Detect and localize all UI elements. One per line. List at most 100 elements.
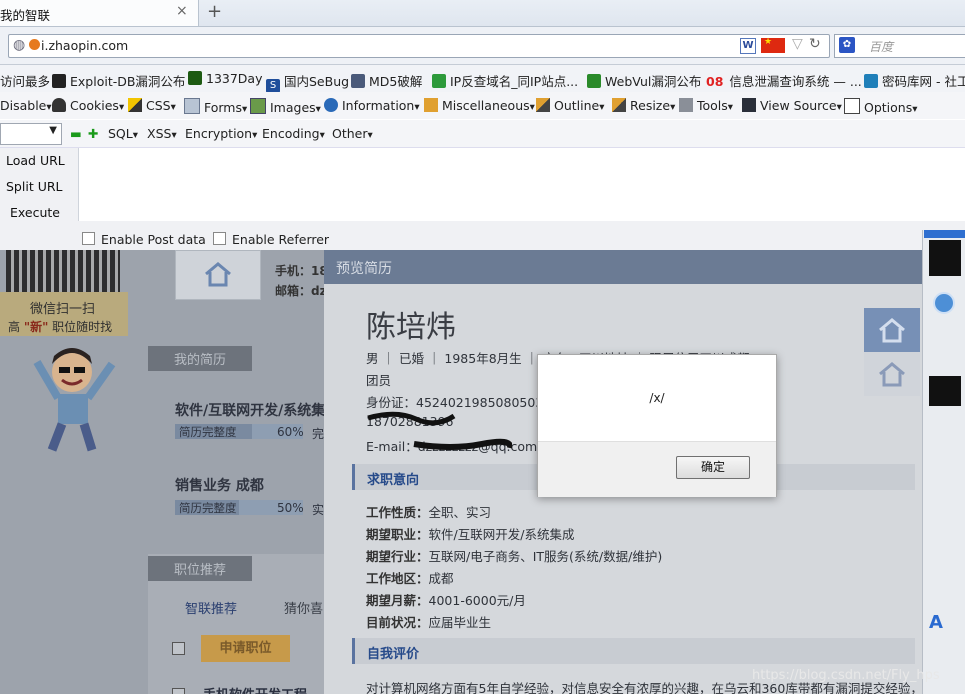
side-widget: A [922, 230, 965, 694]
qr-scan-text: 微信扫一扫 [30, 302, 96, 317]
hackbar-url-textarea[interactable] [78, 148, 965, 221]
job-select-checkbox[interactable] [172, 688, 185, 694]
increase-icon[interactable]: ✚ [88, 126, 98, 141]
menu-encryption[interactable]: Encryption▾ [185, 126, 257, 141]
job-recommend-tab[interactable]: 职位推荐 [148, 556, 253, 581]
menu-images[interactable]: Images▾ [250, 98, 321, 115]
bookmark-icon [864, 74, 878, 88]
decrease-icon[interactable]: ▬ [70, 126, 82, 141]
bookmark-icon [587, 74, 601, 88]
search-box[interactable]: ✿ 百度 [834, 34, 965, 58]
tab-zhilian-recommend[interactable]: 智联推荐 [185, 598, 237, 617]
resume-title[interactable]: 销售业务 成都 [175, 475, 264, 495]
enable-post-data-checkbox[interactable]: Enable Post data [82, 232, 206, 247]
menu-information[interactable]: Information▾ [324, 98, 420, 113]
bookmark-star-icon[interactable]: ▽ [792, 36, 803, 52]
preview-title: 预览简历 [336, 261, 392, 277]
menu-cookies[interactable]: Cookies▾ [52, 98, 124, 113]
page-content: 微信扫一扫 高 "新" 职位随时找 手机：18 邮箱：dz 我的简历 软件/互联… [0, 250, 965, 694]
bookmark-item[interactable]: 08 信息泄漏查询系统 — ... [706, 71, 862, 90]
qr-sub-text: 高 "新" 职位随时找 [8, 320, 113, 334]
bookmark-item[interactable]: 1337Day [188, 71, 263, 86]
reload-icon[interactable]: ↻ [809, 36, 821, 52]
menu-tools[interactable]: Tools▾ [679, 98, 733, 113]
menu-resize[interactable]: Resize▾ [612, 98, 675, 113]
tab-guess-you-like[interactable]: 猜你喜 [284, 598, 323, 617]
my-resume-tab[interactable]: 我的简历 [148, 346, 253, 371]
word-icon[interactable]: W [740, 38, 756, 54]
self-evaluation-section: 自我评价 [352, 638, 915, 664]
hackbar-select[interactable]: ▼ [0, 123, 62, 145]
menu-css[interactable]: CSS▾ [128, 98, 176, 113]
menu-miscellaneous[interactable]: Miscellaneous▾ [424, 98, 535, 113]
resume-percent: 50% [277, 501, 304, 515]
china-flag-icon: ★ [761, 37, 785, 53]
menu-encoding[interactable]: Encoding▾ [262, 126, 325, 141]
menu-other[interactable]: Other▾ [332, 126, 373, 141]
mascot-illustration [33, 348, 116, 452]
resume-suffix: 实 [312, 503, 325, 517]
info-icon [324, 98, 338, 112]
new-tab-button[interactable]: + [207, 1, 222, 22]
web-developer-toolbar: Disable▾ Cookies▾ CSS▾ Forms▾ Images▾ In… [0, 92, 965, 119]
enable-referrer-checkbox[interactable]: Enable Referrer [213, 232, 329, 247]
widget-thumbnail[interactable] [929, 376, 961, 406]
job-select-checkbox[interactable] [172, 642, 185, 655]
baidu-paw-icon[interactable]: ✿ [839, 37, 855, 53]
redaction-scribble [367, 411, 456, 426]
bookmark-item[interactable]: MD5破解 [351, 71, 422, 90]
menu-view-source[interactable]: View Source▾ [742, 98, 842, 113]
bookmark-item[interactable]: WebVul漏洞公布 [587, 71, 701, 90]
bookmark-item[interactable]: S 国内SeBug [266, 71, 349, 93]
preview-side-button[interactable] [864, 308, 920, 352]
apply-job-button[interactable]: 申请职位 [201, 635, 290, 662]
url-text[interactable]: i.zhaopin.com [41, 38, 128, 53]
alert-message: /x/ [649, 391, 665, 405]
badge-08-icon: 08 [706, 74, 724, 89]
checkbox-icon [213, 232, 226, 245]
menu-forms[interactable]: Forms▾ [184, 98, 247, 115]
split-url-button[interactable]: Split URL [6, 179, 63, 194]
job-field: 期望月薪：4001-6000元/月 [366, 593, 526, 608]
browser-tab[interactable]: 我的智联 × [0, 0, 199, 26]
form-icon [184, 98, 200, 114]
font-a-icon[interactable]: A [929, 612, 943, 633]
close-tab-icon[interactable]: × [176, 3, 188, 19]
menu-sql[interactable]: SQL▾ [108, 126, 138, 141]
bookmark-item[interactable]: IP反查域名_同IP站点... [432, 71, 578, 90]
job-field: 目前状况：应届毕业生 [366, 615, 492, 630]
resume-suffix: 完 [312, 427, 325, 441]
candidate-political-status: 团员 [366, 373, 392, 388]
tab-title: 我的智联 [0, 8, 51, 23]
user-icon [52, 98, 66, 112]
job-item-title[interactable]: 手机软件开发工程 [203, 684, 307, 694]
preview-side-button[interactable] [864, 352, 920, 396]
alert-dialog: /x/ 确定 [537, 354, 777, 497]
bookmark-item[interactable]: Exploit-DB漏洞公布 [52, 71, 185, 90]
address-bar[interactable]: ◍ i.zhaopin.com W ★ ▽ ↻ [8, 34, 830, 58]
bookmark-item[interactable]: 密码库网 - 社工 [864, 71, 965, 90]
menu-disable[interactable]: Disable▾ [0, 98, 52, 113]
preview-header [324, 250, 922, 284]
bookmark-item[interactable]: 访问最多 [0, 71, 50, 90]
bookmarks-bar: 访问最多 Exploit-DB漏洞公布 1337Day S 国内SeBug MD5… [0, 65, 965, 93]
pencil-icon [128, 98, 142, 112]
menu-outline[interactable]: Outline▾ [536, 98, 604, 113]
side-widget-header [924, 230, 965, 238]
menu-options[interactable]: Options▾ [844, 98, 917, 115]
bookmark-icon [188, 71, 202, 85]
image-icon [250, 98, 266, 114]
ok-button[interactable]: 确定 [676, 456, 750, 479]
resume-avatar-placeholder [175, 250, 261, 300]
webcam-icon[interactable] [933, 292, 955, 314]
candidate-name: 陈培炜 [366, 310, 456, 345]
menu-xss[interactable]: XSS▾ [147, 126, 177, 141]
execute-button[interactable]: Execute [10, 205, 60, 220]
phone-label: 手机：18 [275, 264, 328, 278]
job-field: 工作地区：成都 [366, 571, 454, 586]
resume-title[interactable]: 软件/互联网开发/系统集 [175, 400, 325, 420]
widget-thumbnail[interactable] [929, 240, 961, 276]
load-url-button[interactable]: Load URL [6, 153, 65, 168]
job-field: 工作性质：全职、实习 [366, 505, 492, 520]
pencil-icon [536, 98, 550, 112]
